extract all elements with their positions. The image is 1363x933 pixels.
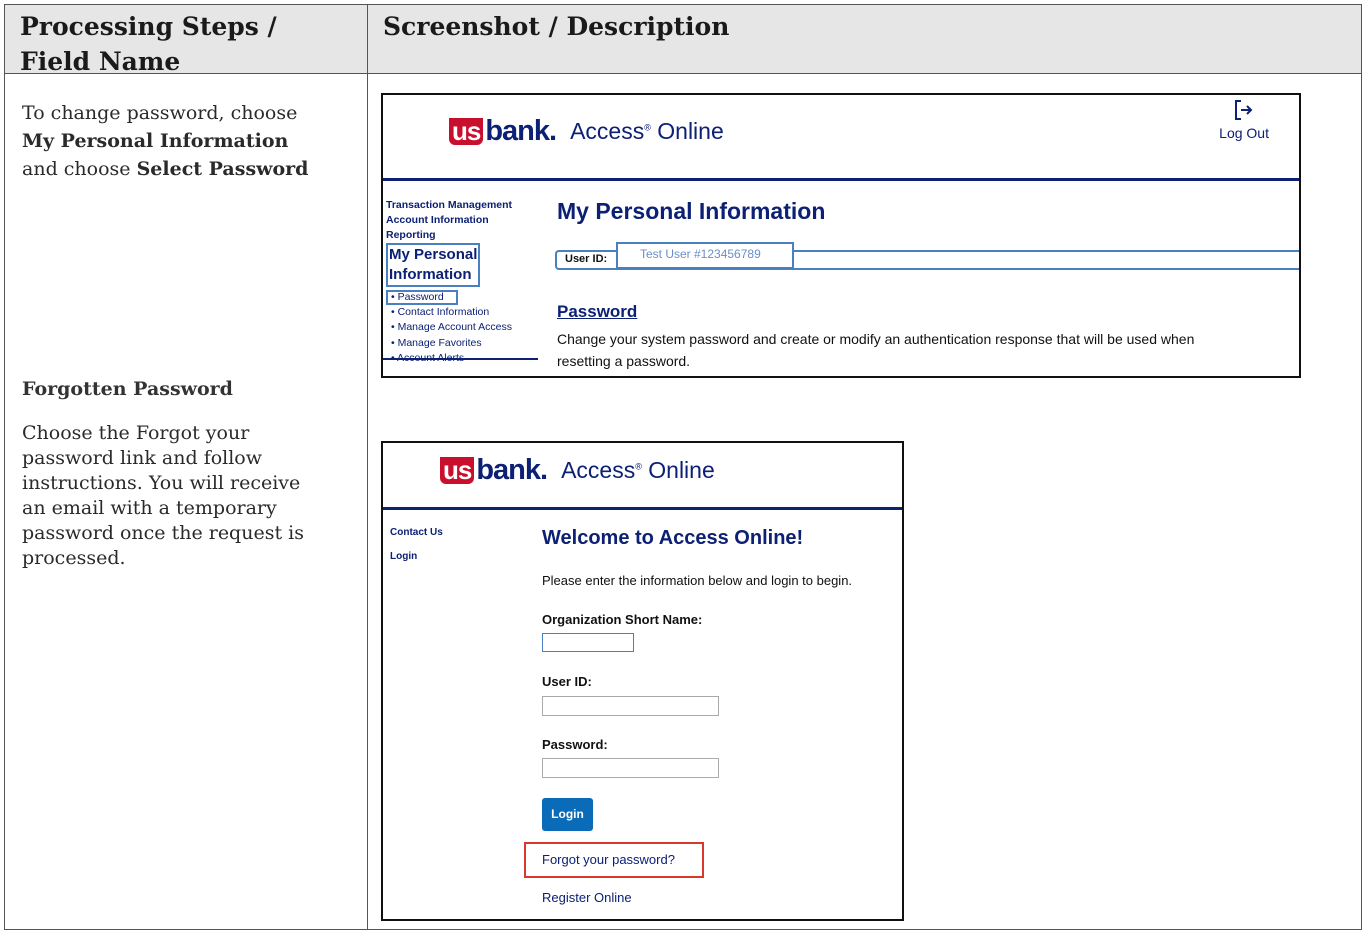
userid-value: Test User #123456789	[616, 242, 794, 269]
intro-line1: To change password, choose	[22, 102, 298, 124]
login-instructions: Please enter the information below and l…	[542, 573, 853, 588]
forgot-line3: instructions. You will receive	[22, 472, 301, 494]
forgot-line1: Choose the Forgot your	[22, 422, 250, 444]
nav-transaction-management[interactable]: Transaction Management	[386, 198, 536, 213]
nav-account-information[interactable]: Account Information	[386, 213, 536, 228]
nav-my-personal-information[interactable]: My Personal Information	[386, 243, 481, 287]
login-button[interactable]: Login	[542, 798, 593, 831]
nav-sub-password[interactable]: • Password	[386, 290, 458, 305]
nav-reporting[interactable]: Reporting	[386, 228, 536, 243]
header-col1: Processing Steps / Field Name	[20, 9, 277, 79]
nav-sub-favorites[interactable]: • Manage Favorites	[386, 336, 536, 351]
procedure-table: Processing Steps / Field Name Screenshot…	[4, 4, 1362, 930]
password-description: Change your system password and create o…	[557, 331, 1195, 369]
screenshot-login: us bank. Access® Online Contact Us Login W…	[381, 441, 904, 921]
forgot-line2: password link and follow	[22, 447, 263, 469]
forgot-line6: processed.	[22, 547, 126, 569]
welcome-title: Welcome to Access Online!	[542, 527, 804, 549]
nav-contact-us[interactable]: Contact Us	[390, 525, 443, 540]
nav-sub-account-access[interactable]: • Manage Account Access	[386, 320, 536, 335]
intro-instructions: To change password, choose My Personal I…	[22, 99, 362, 183]
screenshot-personal-info: us bank. Access® Online Log Out Transactio…	[381, 93, 1301, 378]
page-title: My Personal Information	[557, 198, 826, 224]
register-online-link[interactable]: Register Online	[542, 890, 632, 905]
org-label: Organization Short Name:	[542, 612, 703, 627]
login-side-nav: Contact Us Login	[390, 525, 443, 564]
org-input[interactable]	[542, 633, 634, 652]
password-link[interactable]: Password	[557, 302, 637, 322]
userid-input[interactable]	[542, 696, 719, 716]
userid-field-label: User ID:	[542, 674, 592, 689]
forgot-line4: an email with a temporary	[22, 497, 277, 519]
forgotten-password-heading: Forgotten Password	[22, 378, 233, 400]
usbank-logo: us bank. Access® Online	[449, 115, 724, 148]
intro-bold-select-password: Select Password	[136, 158, 309, 180]
forgot-instructions: Choose the Forgot your password link and…	[22, 421, 362, 571]
intro-bold-personal-info: My Personal Information	[22, 130, 289, 152]
nav-login[interactable]: Login	[390, 549, 443, 564]
forgot-password-link[interactable]: Forgot your password?	[542, 852, 675, 867]
logout-icon	[1219, 99, 1269, 125]
side-nav: Transaction Management Account Informati…	[386, 198, 536, 366]
nav-sub-contact[interactable]: • Contact Information	[386, 305, 536, 320]
forgot-line5: password once the request is	[22, 522, 304, 544]
column-divider	[367, 5, 368, 929]
usbank-logo-2: us bank. Access® Online	[440, 454, 715, 487]
header-col2: Screenshot / Description	[383, 12, 730, 41]
nav-sub-items: • Password • Contact Information • Manag…	[386, 287, 536, 366]
userid-label: User ID:	[565, 253, 608, 265]
intro-mid: and choose	[22, 158, 131, 180]
logout-label: Log Out	[1219, 125, 1269, 141]
header-rule-2	[383, 507, 902, 510]
header-rule	[383, 178, 1299, 181]
password-input[interactable]	[542, 758, 719, 778]
logout-button[interactable]: Log Out	[1219, 99, 1269, 141]
header-col1-line2: Field Name	[20, 47, 181, 76]
header-col1-line1: Processing Steps /	[20, 12, 277, 41]
nav-bottom-rule	[383, 358, 538, 360]
password-field-label: Password:	[542, 737, 608, 752]
